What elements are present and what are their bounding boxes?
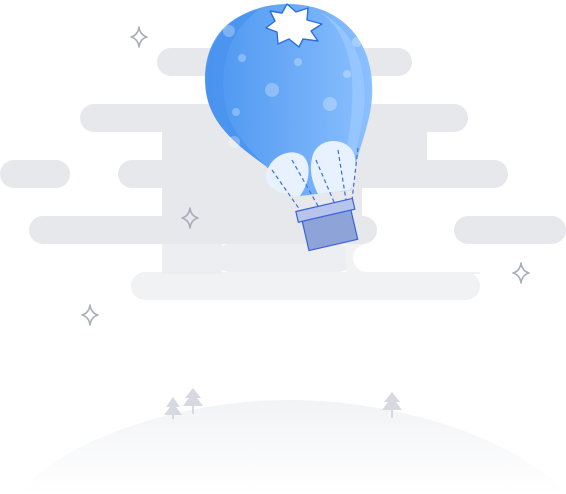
cloud-band [0, 160, 70, 188]
cloud-band [215, 244, 353, 272]
illustration-stage [0, 0, 566, 494]
cloud-band [162, 244, 222, 274]
cloud-band [454, 216, 566, 244]
balloon-illustration [0, 3, 566, 494]
cloud-band [131, 272, 480, 300]
sparkle-icon [130, 26, 148, 48]
hill [20, 400, 566, 494]
sparkle-icon [81, 304, 99, 326]
